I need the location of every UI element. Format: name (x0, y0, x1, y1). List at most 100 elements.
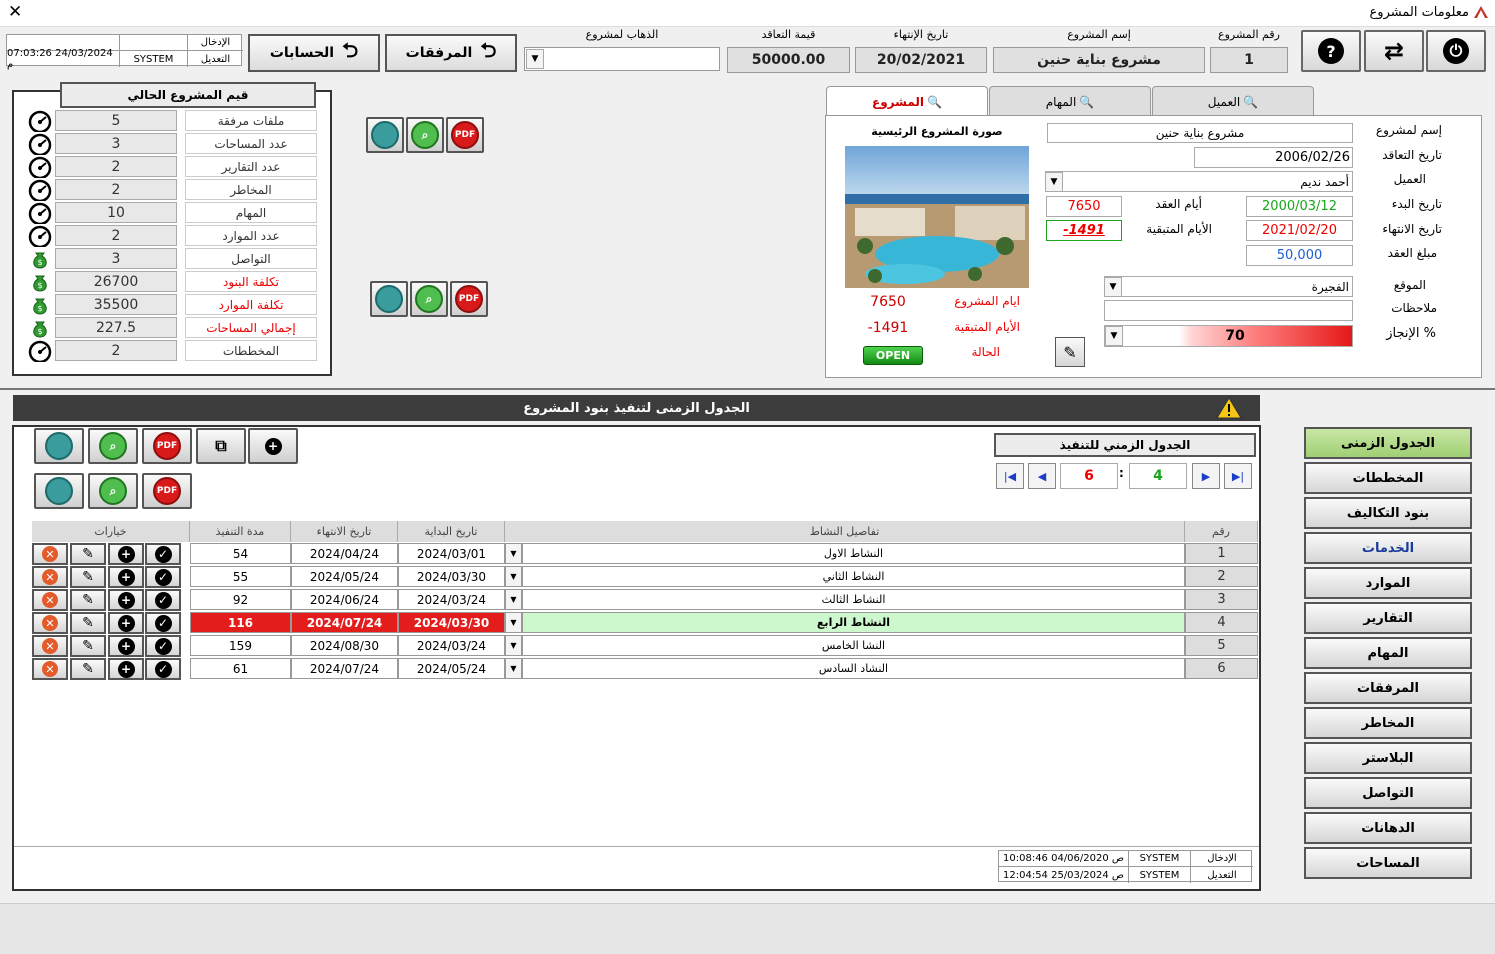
duration-cell[interactable]: 159 (190, 635, 291, 656)
activity-details[interactable]: النشا الخامس (522, 635, 1185, 656)
delete-row-button[interactable]: ✕ (32, 566, 68, 588)
sidebar-item[interactable]: بنود التكاليف (1304, 497, 1472, 529)
start-date-cell[interactable]: 2024/03/30 (398, 612, 505, 633)
sidebar-item[interactable]: البلاستر (1304, 742, 1472, 774)
end-date-field[interactable]: 20/02/2021 (855, 47, 987, 73)
chevron-down-icon[interactable]: ▼ (505, 612, 522, 633)
activity-details[interactable]: النشاط الثاني (522, 566, 1185, 587)
find-button[interactable]: ⧉ (196, 428, 246, 464)
end-date-cell[interactable]: 2024/08/30 (291, 635, 398, 656)
end-date-cell[interactable]: 2024/07/24 (291, 612, 398, 633)
chevron-down-icon[interactable]: ▼ (505, 543, 522, 564)
chevron-down-icon[interactable]: ▼ (1105, 326, 1123, 346)
last-page-icon[interactable]: ▶| (1224, 463, 1252, 489)
end-date-input[interactable]: 2021/02/20 (1246, 220, 1353, 241)
project-no-field[interactable]: 1 (1210, 47, 1288, 73)
sidebar-item[interactable]: المخاطر (1304, 707, 1472, 739)
duration-cell[interactable]: 54 (190, 543, 291, 564)
edit-button[interactable]: ✎ (1055, 337, 1085, 367)
sidebar-item[interactable]: الجدول الزمنى (1304, 427, 1472, 459)
chevron-down-icon[interactable]: ▼ (505, 589, 522, 610)
add-row-button[interactable]: + (108, 612, 144, 634)
edit-row-button[interactable]: ✎ (70, 658, 106, 680)
chevron-down-icon[interactable]: ▼ (505, 635, 522, 656)
contract-amount-input[interactable]: 50,000 (1246, 245, 1353, 266)
sidebar-item[interactable]: المساحات (1304, 847, 1472, 879)
print-button[interactable] (370, 281, 408, 317)
start-date-input[interactable]: 2000/03/12 (1246, 196, 1353, 217)
start-date-cell[interactable]: 2024/03/30 (398, 566, 505, 587)
client-select[interactable]: أحمد نديم (1045, 171, 1353, 192)
activity-details[interactable]: النشاط الاول (522, 543, 1185, 564)
sidebar-item[interactable]: المخططات (1304, 462, 1472, 494)
pdf-button[interactable]: PDF (446, 117, 484, 153)
activity-details[interactable]: النشاط الرابع (522, 612, 1185, 633)
project-name-input[interactable]: مشروع بناية حنين (1047, 123, 1353, 143)
pdf-button[interactable]: PDF (450, 281, 488, 317)
sidebar-item[interactable]: التواصل (1304, 777, 1472, 809)
sidebar-item[interactable]: التقارير (1304, 602, 1472, 634)
delete-row-button[interactable]: ✕ (32, 543, 68, 565)
print-button[interactable] (34, 473, 84, 509)
activity-details[interactable]: النشاط الثالث (522, 589, 1185, 610)
contract-value-field[interactable]: 50000.00 (727, 47, 850, 73)
attachments-button[interactable]: المرفقات ⮌ (385, 34, 517, 72)
edit-row-button[interactable]: ✎ (70, 543, 106, 565)
chevron-down-icon[interactable]: ▼ (1104, 277, 1122, 297)
delete-row-button[interactable]: ✕ (32, 635, 68, 657)
add-row-button[interactable]: + (108, 589, 144, 611)
chevron-down-icon[interactable]: ▼ (505, 658, 522, 679)
start-date-cell[interactable]: 2024/03/24 (398, 635, 505, 656)
start-date-cell[interactable]: 2024/03/24 (398, 589, 505, 610)
sidebar-item[interactable]: الدهانات (1304, 812, 1472, 844)
add-row-button[interactable]: + (108, 566, 144, 588)
chevron-down-icon[interactable]: ▼ (526, 49, 544, 69)
end-date-cell[interactable]: 2024/06/24 (291, 589, 398, 610)
edit-row-button[interactable]: ✎ (70, 589, 106, 611)
pdf-button[interactable]: PDF (142, 473, 192, 509)
print-button[interactable] (366, 117, 404, 153)
edit-row-button[interactable]: ✎ (70, 635, 106, 657)
add-row-button[interactable]: + (108, 543, 144, 565)
goto-project-select[interactable]: ▼ (524, 47, 720, 71)
print-button[interactable] (34, 428, 84, 464)
contract-days-input[interactable]: 7650 (1046, 196, 1122, 217)
next-page-icon[interactable]: ▶ (1192, 463, 1220, 489)
previous-page-icon[interactable]: ◀ (1028, 463, 1056, 489)
tab-project[interactable]: المشروع 🔍 (826, 86, 988, 117)
edit-row-button[interactable]: ✎ (70, 612, 106, 634)
power-button[interactable]: ⏻ (1426, 30, 1486, 72)
notes-input[interactable] (1104, 300, 1353, 321)
chevron-down-icon[interactable]: ▼ (505, 566, 522, 587)
start-date-cell[interactable]: 2024/03/01 (398, 543, 505, 564)
confirm-button[interactable]: ✓ (145, 612, 181, 634)
tab-client[interactable]: العميل 🔍 (1152, 86, 1314, 116)
duration-cell[interactable]: 116 (190, 612, 291, 633)
location-select[interactable]: الفجيرة (1104, 276, 1353, 297)
confirm-button[interactable]: ✓ (145, 589, 181, 611)
delete-row-button[interactable]: ✕ (32, 658, 68, 680)
first-page-icon[interactable]: |◀ (996, 463, 1024, 489)
duration-cell[interactable]: 92 (190, 589, 291, 610)
close-icon[interactable]: ✕ (8, 2, 22, 22)
remaining-days-input[interactable]: -1491 (1046, 220, 1122, 241)
activity-details[interactable]: النشاد السادس (522, 658, 1185, 679)
confirm-button[interactable]: ✓ (145, 543, 181, 565)
delete-row-button[interactable]: ✕ (32, 612, 68, 634)
help-button[interactable]: ? (1301, 30, 1361, 72)
end-date-cell[interactable]: 2024/05/24 (291, 566, 398, 587)
sidebar-item[interactable]: الموارد (1304, 567, 1472, 599)
preview-button[interactable]: ⌕ (410, 281, 448, 317)
sidebar-item[interactable]: المرفقات (1304, 672, 1472, 704)
end-date-cell[interactable]: 2024/07/24 (291, 658, 398, 679)
chevron-down-icon[interactable]: ▼ (1045, 172, 1063, 192)
pdf-button[interactable]: PDF (142, 428, 192, 464)
confirm-button[interactable]: ✓ (145, 635, 181, 657)
tab-tasks[interactable]: المهام 🔍 (989, 86, 1151, 116)
page-current[interactable]: 4 (1129, 463, 1187, 489)
confirm-button[interactable]: ✓ (145, 658, 181, 680)
preview-button[interactable]: ⌕ (88, 428, 138, 464)
preview-button[interactable]: ⌕ (406, 117, 444, 153)
refresh-button[interactable]: ⇄ (1364, 30, 1424, 72)
add-row-button[interactable]: + (108, 658, 144, 680)
